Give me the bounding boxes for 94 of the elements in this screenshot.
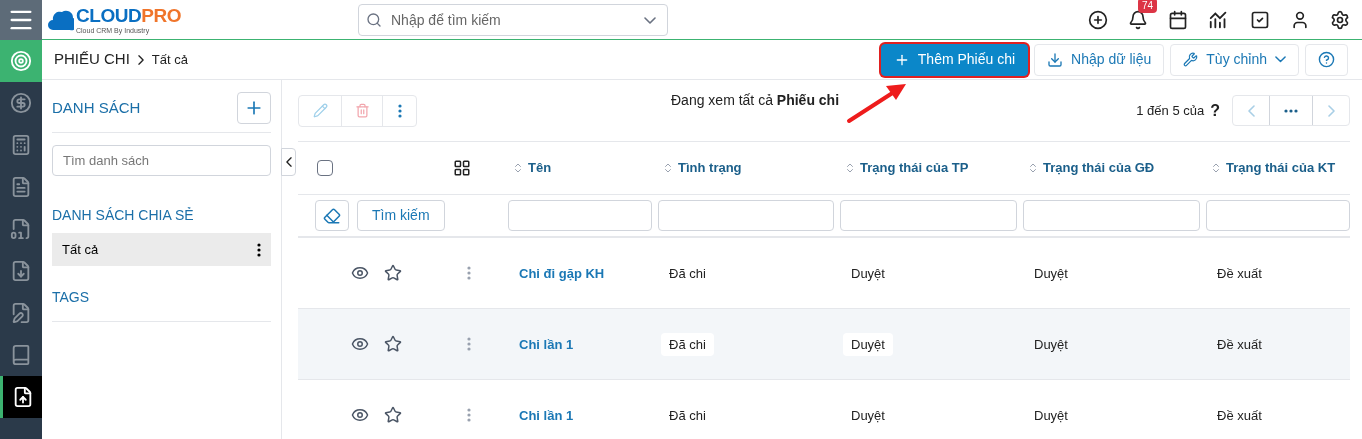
collapse-button[interactable] <box>281 148 296 176</box>
table-cell-text: Đã chi <box>668 407 707 425</box>
column-header[interactable]: Trạng thái của GĐ <box>1043 158 1155 178</box>
column-header[interactable]: Tình trạng <box>678 158 742 178</box>
checkbox-icon[interactable] <box>1250 9 1270 30</box>
tags-title: TAGS <box>52 289 90 305</box>
view-icon[interactable] <box>351 335 369 353</box>
import-button[interactable]: Nhập dữ liệu <box>1034 43 1165 76</box>
calendar-icon[interactable] <box>1168 9 1188 30</box>
wrench-icon <box>1183 52 1199 67</box>
chevron-right-icon <box>1327 104 1335 117</box>
record-link[interactable]: Chi lần 1 <box>511 408 582 423</box>
sort-icon[interactable] <box>1210 162 1222 174</box>
row-menu-icon[interactable] <box>467 337 471 351</box>
column-filter-field[interactable] <box>508 200 652 231</box>
table-row[interactable]: Chi lần 1 Đã chi Duyệt Duyệt Đề xuất <box>298 380 1350 439</box>
row-menu-icon[interactable] <box>467 408 471 422</box>
notification-badge: 74 <box>1138 0 1158 13</box>
add-list-button[interactable] <box>237 92 271 124</box>
column-filter-field[interactable] <box>1206 200 1350 231</box>
cloud-logo-icon <box>48 8 74 31</box>
bell-icon[interactable] <box>1128 9 1148 30</box>
star-icon[interactable] <box>384 335 402 353</box>
star-icon[interactable] <box>384 264 402 282</box>
lists-title: DANH SÁCH <box>52 97 141 118</box>
document-icon <box>10 176 32 198</box>
viewing-text: Đang xem tất cả Phiếu chi <box>671 91 840 110</box>
more-icon <box>397 103 402 118</box>
target-icon <box>10 50 32 72</box>
record-link[interactable]: Chi đi gặp KH <box>511 266 613 281</box>
table-cell: Đã chi <box>661 333 714 356</box>
table-cell: Duyệt <box>843 333 893 356</box>
star-icon[interactable] <box>384 406 402 424</box>
sort-icon[interactable] <box>1027 162 1039 174</box>
grid-icon[interactable] <box>453 159 471 177</box>
list-search-field[interactable]: Tìm danh sách <box>52 145 271 176</box>
more-icon[interactable] <box>257 242 261 257</box>
rail-item[interactable] <box>0 376 42 418</box>
download-document-icon <box>10 260 32 282</box>
sort-icon[interactable] <box>844 162 856 174</box>
add-button[interactable]: Thêm Phiếu chi <box>880 43 1029 76</box>
table-cell-text: Duyệt <box>850 407 886 425</box>
record-link[interactable]: Chi lần 1 <box>511 337 582 352</box>
help-button[interactable] <box>1305 43 1348 76</box>
table-cell-text: Duyệt <box>1033 265 1069 283</box>
module-title: PHIẾU CHI <box>54 49 130 70</box>
sort-icon[interactable] <box>512 162 524 174</box>
table-cell-text: Duyệt <box>850 265 886 283</box>
table-cell-text: Duyệt <box>1033 407 1069 425</box>
book-icon <box>10 344 32 366</box>
sort-icon[interactable] <box>662 162 674 174</box>
search-field[interactable]: Nhập để tìm kiếm <box>358 3 668 36</box>
calculator-icon <box>10 134 32 156</box>
chevron-down-icon <box>1275 56 1286 63</box>
search-icon <box>366 11 382 28</box>
table-cell-text: Đề xuất <box>1216 265 1263 283</box>
logo-wordmark: CLOUDPRO <box>76 5 181 25</box>
table-cell-text: Đã chi <box>668 265 707 283</box>
table-row[interactable]: Chi lần 1 Đã chi Duyệt Duyệt Đề xuất <box>298 309 1350 380</box>
user-icon[interactable] <box>1290 9 1310 30</box>
column-header[interactable]: Trạng thái của TP <box>860 158 969 178</box>
page-total: ? <box>1210 100 1220 121</box>
page-range: 1 đến 5 của <box>1136 101 1205 120</box>
column-header[interactable]: Tên <box>528 158 552 178</box>
chevron-left-icon <box>285 157 292 167</box>
download-icon <box>1047 51 1064 68</box>
column-header[interactable]: Trạng thái của KT <box>1226 158 1336 178</box>
column-filter-field[interactable] <box>840 200 1017 231</box>
view-icon[interactable] <box>351 264 369 282</box>
add-icon[interactable] <box>1088 9 1108 30</box>
shared-lists-title: DANH SÁCH CHIA SẺ <box>52 206 194 225</box>
column-filter-field[interactable] <box>1023 200 1200 231</box>
chevron-down-icon <box>644 16 656 24</box>
search-button[interactable]: Tìm kiếm <box>357 200 445 231</box>
column-filter-field[interactable] <box>658 200 834 231</box>
trash-icon <box>354 103 370 118</box>
select-all-checkbox[interactable] <box>317 160 333 176</box>
chevron-left-icon <box>1247 104 1255 117</box>
table-cell-text: Đề xuất <box>1216 407 1263 425</box>
table-cell-text: Đề xuất <box>1216 336 1263 354</box>
breadcrumb-view[interactable]: Tất cả <box>151 49 188 70</box>
customize-button[interactable]: Tùy chỉnh <box>1170 43 1299 76</box>
list-item[interactable]: Tất cả <box>52 233 271 266</box>
row-menu-icon[interactable] <box>467 266 471 280</box>
table-cell-text: Duyệt <box>1033 336 1069 354</box>
ellipsis-icon <box>1284 108 1298 113</box>
eraser-icon <box>323 206 341 225</box>
view-icon[interactable] <box>351 406 369 424</box>
help-icon <box>1318 51 1335 68</box>
menu-button[interactable] <box>0 0 42 40</box>
clear-filter-button[interactable] <box>315 200 349 231</box>
chevron-right-icon <box>137 54 144 65</box>
settings-icon[interactable] <box>1330 9 1350 30</box>
pencil-icon <box>312 103 328 118</box>
